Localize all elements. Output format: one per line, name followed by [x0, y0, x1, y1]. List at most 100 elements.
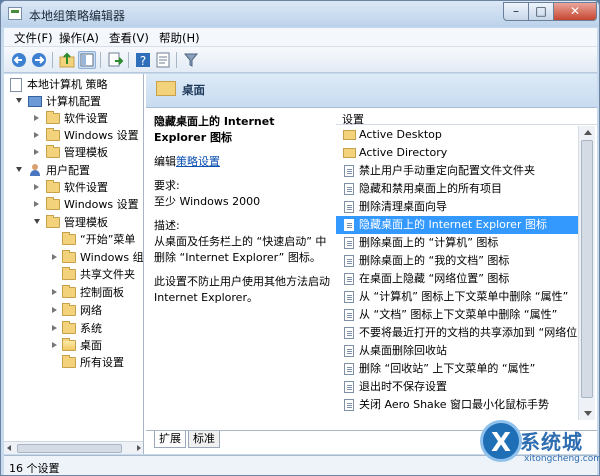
forward-arrow-icon[interactable] [30, 51, 48, 69]
menu-view[interactable]: 查看(V) [109, 30, 149, 46]
description-panel: 隐藏桌面上的 Internet Explorer 图标 编辑策略设置 要求: 至少… [146, 108, 336, 420]
menu-file[interactable]: 文件(F) [14, 30, 53, 46]
watermark-name: 系统城 [520, 430, 583, 454]
scroll-down-icon[interactable] [584, 411, 592, 416]
window-title: 本地组策略编辑器 [29, 9, 126, 23]
scroll-up-icon[interactable] [584, 130, 592, 135]
setting-icon [344, 345, 354, 357]
collapse-arrow-icon[interactable] [52, 254, 57, 260]
menu-action[interactable]: 操作(A) [59, 30, 99, 46]
collapse-arrow-icon[interactable] [52, 342, 57, 348]
title-bar[interactable]: 本地组策略编辑器 – □ ✕ [1, 1, 599, 27]
description-label: 描述: [154, 219, 180, 232]
expand-arrow-icon[interactable] [34, 219, 40, 224]
list-item-folder[interactable]: Active Directory [336, 144, 578, 162]
collapse-arrow-icon[interactable] [34, 132, 39, 138]
column-header-setting[interactable]: 设置 [336, 108, 597, 126]
list-item-setting[interactable]: 退出时不保存设置 [336, 378, 578, 396]
folder-icon [343, 130, 356, 140]
tree-item-label: 软件设置 [64, 181, 108, 194]
list-item-label: 删除 “回收站” 上下文菜单的 “属性” [359, 362, 536, 375]
folder-open-icon [62, 338, 76, 351]
folder-icon [62, 232, 76, 245]
scroll-right-icon[interactable] [137, 445, 141, 451]
list-item-setting[interactable]: 隐藏和禁用桌面上的所有项目 [336, 180, 578, 198]
description-text: 从桌面及任务栏上的 “快速启动” 中删除 “Internet Explorer”… [154, 235, 327, 264]
up-folder-icon[interactable] [58, 51, 76, 69]
scrollbar-thumb[interactable] [581, 140, 593, 398]
scroll-left-icon[interactable] [7, 445, 11, 451]
tree-item-label: “开始”菜单 [80, 233, 136, 246]
tree-item-label: 所有设置 [80, 356, 124, 369]
collapse-arrow-icon[interactable] [34, 115, 39, 121]
back-arrow-icon[interactable] [10, 51, 28, 69]
expand-arrow-icon[interactable] [16, 98, 22, 103]
help-icon[interactable]: ? [134, 51, 152, 69]
close-button[interactable]: ✕ [553, 2, 597, 21]
computer-icon [28, 96, 42, 107]
toolbar-separator [100, 52, 101, 68]
collapse-arrow-icon[interactable] [52, 289, 57, 295]
show-hide-tree-icon[interactable] [78, 51, 96, 69]
tree-item-label: Windows 设置 [64, 198, 139, 211]
list-item-setting[interactable]: 从 “文档” 图标上下文菜单中删除 “属性” [336, 306, 578, 324]
list-item-setting[interactable]: 从桌面删除回收站 [336, 342, 578, 360]
maximize-button[interactable]: □ [528, 2, 554, 21]
list-item-label: Active Directory [359, 146, 448, 159]
description-note: 此设置不防止用户使用其他方法启动 Internet Explorer。 [154, 275, 330, 304]
setting-icon [344, 399, 354, 411]
setting-icon [344, 201, 354, 213]
list-item-folder[interactable]: Active Desktop [336, 126, 578, 144]
details-header: 桌面 [146, 74, 597, 108]
tree-item-label: 系统 [80, 322, 102, 335]
list-item-setting[interactable]: 在桌面上隐藏 “网络位置” 图标 [336, 270, 578, 288]
tree-pane: 本地计算机 策略 计算机配置 软件设置 Windows 设置 管理模板 用户配置… [4, 74, 144, 454]
setting-icon [344, 291, 354, 303]
settings-list: 设置 Active Desktop Active Directory 禁止用户手… [336, 108, 597, 420]
list-item-setting[interactable]: 删除 “回收站” 上下文菜单的 “属性” [336, 360, 578, 378]
watermark-x-icon: X [480, 420, 522, 462]
collapse-arrow-icon[interactable] [34, 201, 39, 207]
properties-icon[interactable] [154, 51, 172, 69]
menu-help[interactable]: 帮助(H) [159, 30, 200, 46]
tree-horizontal-scrollbar[interactable] [4, 441, 143, 454]
setting-icon [344, 309, 354, 321]
tree-item-label: 共享文件夹 [80, 268, 135, 281]
tab-extended[interactable]: 扩展 [154, 431, 186, 448]
list-item-label: 不要将最近打开的文档的共享添加到 “网络位置” [359, 326, 578, 339]
setting-icon [344, 327, 354, 339]
list-vertical-scrollbar[interactable] [578, 126, 595, 420]
user-icon [28, 164, 42, 177]
scrollbar-thumb[interactable] [17, 444, 122, 453]
tree-item-label: 桌面 [80, 339, 102, 352]
export-list-icon[interactable] [106, 51, 124, 69]
list-item-label: 从 “计算机” 图标上下文菜单中删除 “属性” [359, 290, 569, 303]
folder-icon [46, 128, 60, 141]
list-item-setting[interactable]: 关闭 Aero Shake 窗口最小化鼠标手势 [336, 396, 578, 414]
edit-policy-link[interactable]: 策略设置 [176, 155, 220, 168]
setting-icon [344, 363, 354, 375]
tree-item-label: Windows 设置 [64, 129, 139, 142]
expand-arrow-icon[interactable] [16, 167, 22, 172]
collapse-arrow-icon[interactable] [34, 149, 39, 155]
list-item-setting[interactable]: 删除桌面上的 “计算机” 图标 [336, 234, 578, 252]
minimize-button[interactable]: – [503, 2, 529, 21]
tab-standard[interactable]: 标准 [188, 431, 220, 448]
filter-icon[interactable] [182, 51, 200, 69]
list-item-setting-selected[interactable]: 隐藏桌面上的 Internet Explorer 图标 [336, 216, 578, 234]
column-header-label: 设置 [342, 113, 364, 126]
policy-title: 隐藏桌面上的 Internet Explorer 图标 [154, 115, 275, 144]
folder-icon [62, 303, 76, 316]
list-item-setting[interactable]: 从 “计算机” 图标上下文菜单中删除 “属性” [336, 288, 578, 306]
app-window: 本地组策略编辑器 – □ ✕ 文件(F) 操作(A) 查看(V) 帮助(H) ? [0, 0, 600, 476]
list-item-setting[interactable]: 不要将最近打开的文档的共享添加到 “网络位置” [336, 324, 578, 342]
svg-text:?: ? [140, 54, 146, 68]
list-item-setting[interactable]: 禁止用户手动重定向配置文件文件夹 [336, 162, 578, 180]
list-item-setting[interactable]: 删除桌面上的 “我的文档” 图标 [336, 252, 578, 270]
list-item-setting[interactable]: 删除清理桌面向导 [336, 198, 578, 216]
collapse-arrow-icon[interactable] [34, 184, 39, 190]
folder-icon [343, 148, 356, 158]
setting-icon [344, 273, 354, 285]
collapse-arrow-icon[interactable] [52, 325, 57, 331]
collapse-arrow-icon[interactable] [52, 307, 57, 313]
